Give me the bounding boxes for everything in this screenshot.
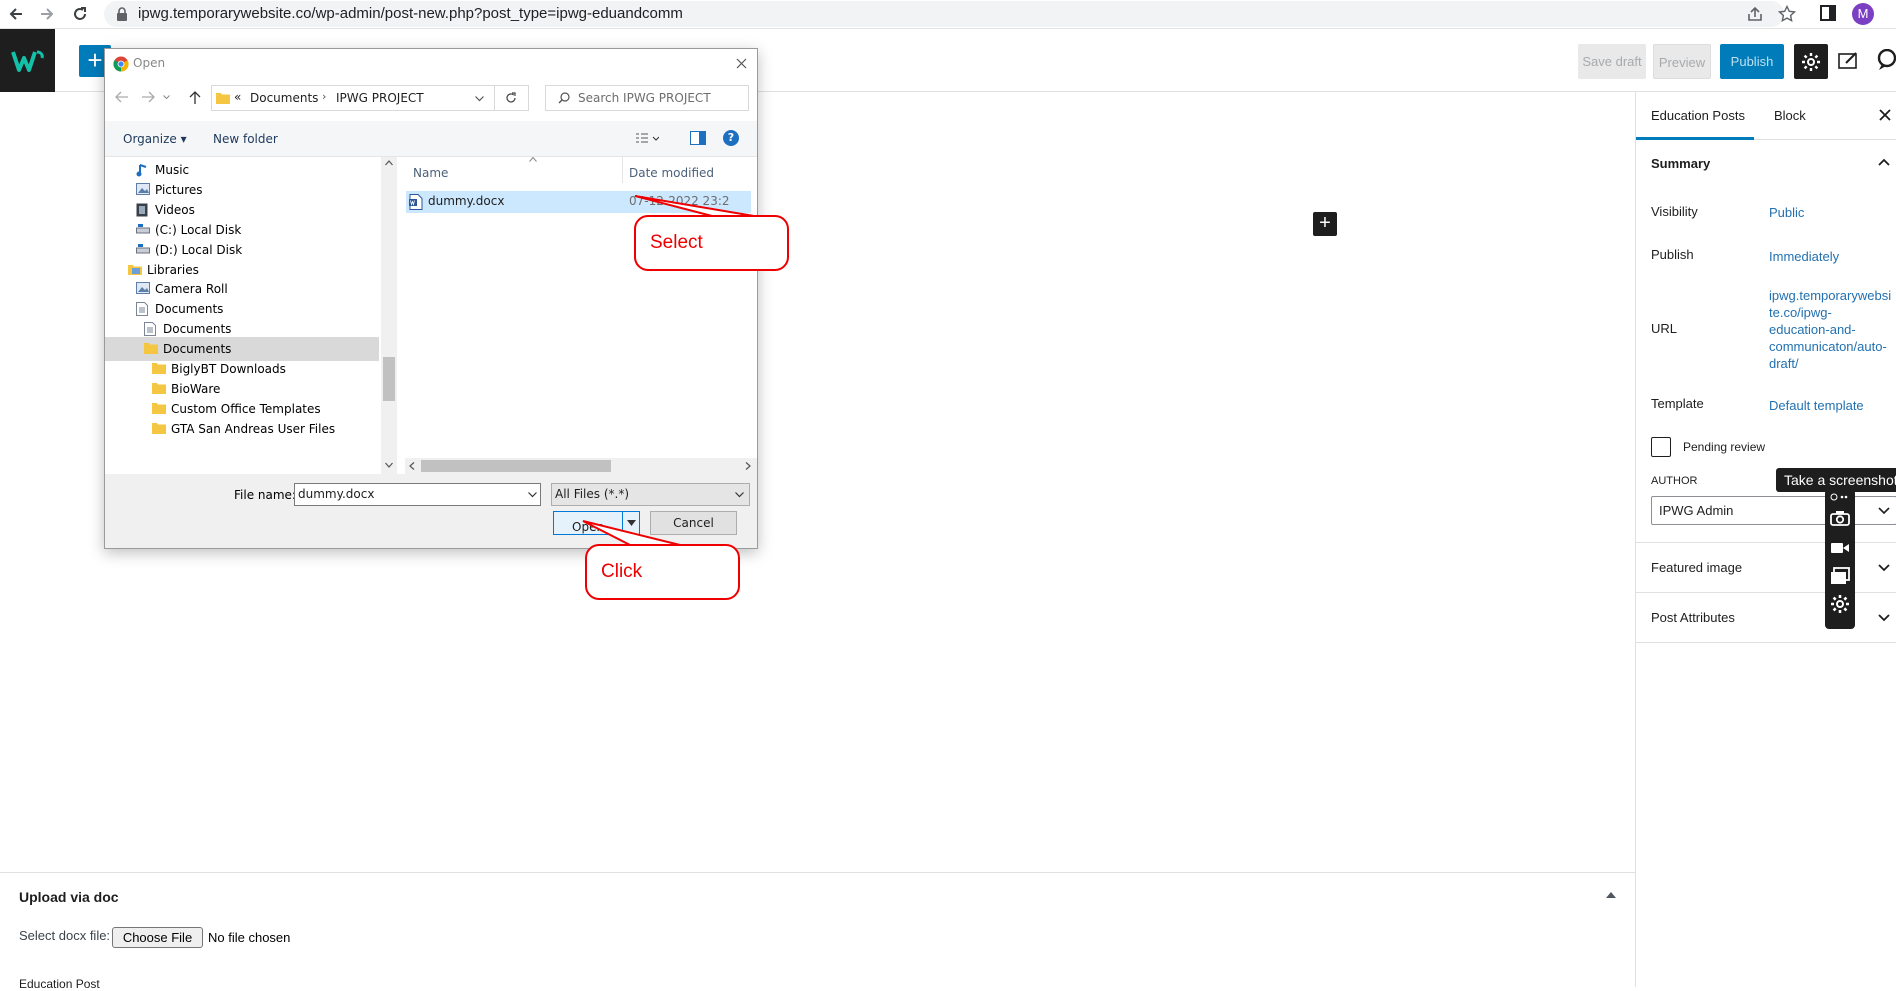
click-callout: Click [585, 544, 740, 600]
select-callout: Select [634, 215, 789, 271]
click-callout-text: Click [601, 561, 643, 582]
select-callout-text: Select [650, 232, 703, 253]
annotation-arrows [582, 195, 761, 548]
